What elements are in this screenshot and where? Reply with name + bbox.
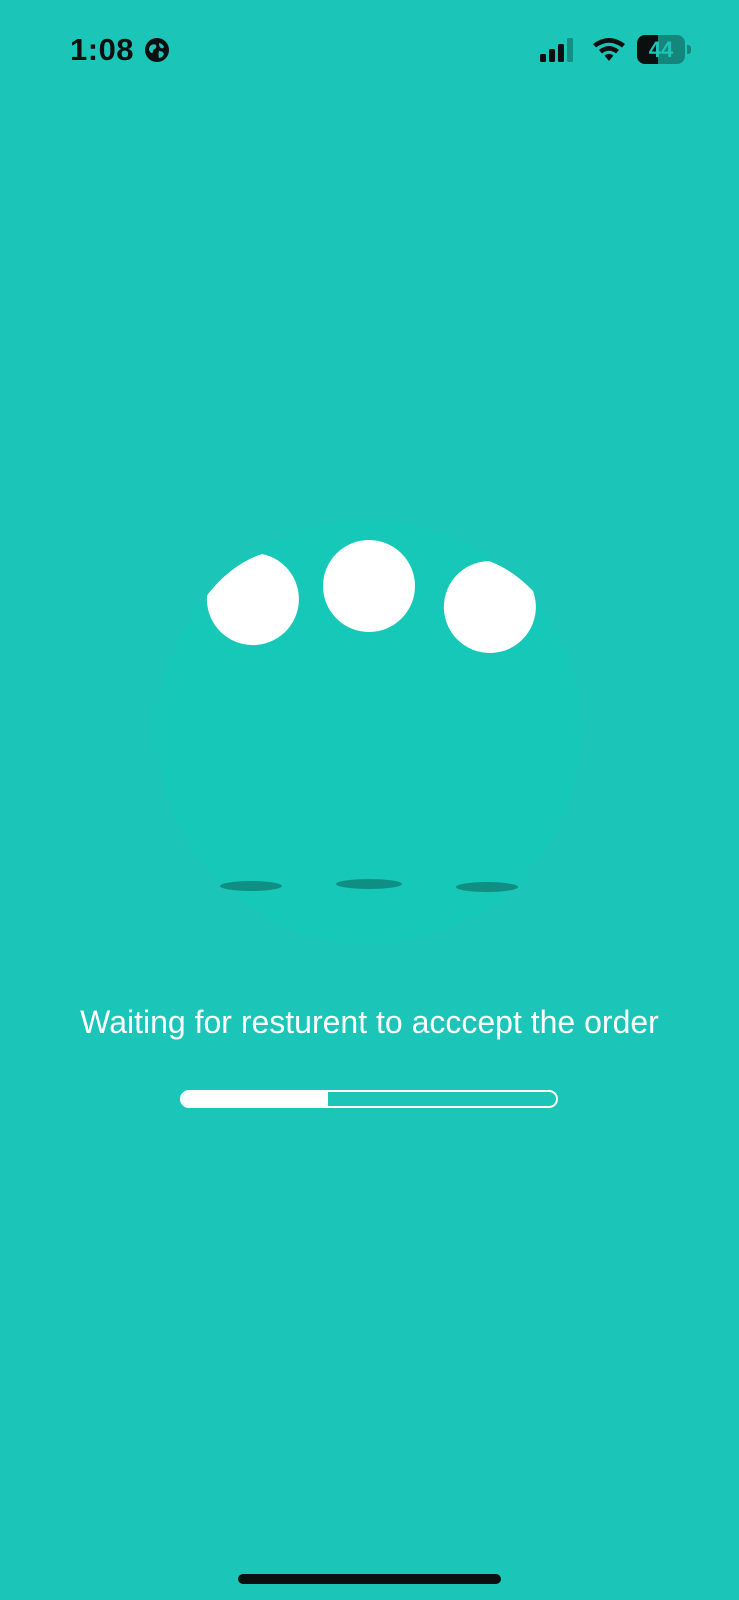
progress-bar [180,1090,558,1108]
wifi-icon [593,38,625,61]
signal-icon [540,38,573,62]
dot-shadow-left [220,881,282,891]
progress-fill [182,1092,328,1106]
waiting-message: Waiting for resturent to acccept the ord… [80,1004,659,1040]
battery-icon: 44 [637,35,693,64]
dot-left [206,554,299,646]
loader-graphic [157,520,581,944]
dot-right [443,561,536,653]
dot-middle [323,540,415,632]
home-indicator[interactable] [238,1574,501,1584]
status-bar: 1:08 44 [0,0,739,100]
dot-shadow-middle [336,879,402,889]
globe-icon [145,38,169,62]
status-time: 1:08 [70,32,135,67]
battery-level: 44 [648,37,674,62]
dot-shadow-right [456,882,518,892]
battery-cap [687,45,691,54]
loading-dots-icon [157,520,581,944]
